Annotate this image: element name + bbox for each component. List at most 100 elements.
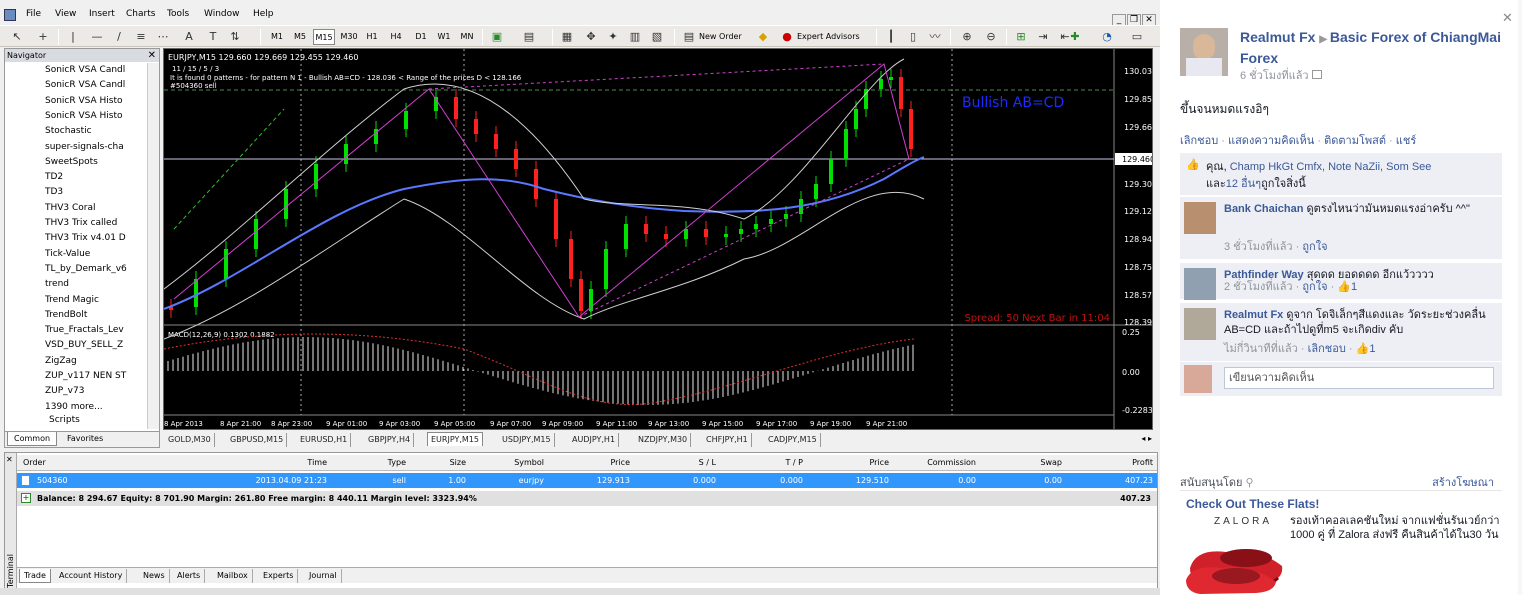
chart-tab[interactable]: GBPJPY,H4: [365, 433, 415, 447]
period-h4[interactable]: H4: [386, 29, 406, 45]
avatar[interactable]: [1184, 202, 1216, 234]
menu-window[interactable]: Window: [204, 9, 240, 19]
column-header[interactable]: Order: [23, 458, 46, 467]
period-m5[interactable]: M5: [290, 29, 310, 45]
chart-tab[interactable]: CHFJPY,H1: [703, 433, 752, 447]
navigator-item[interactable]: fTL_by_Demark_v6: [45, 264, 145, 274]
channel-icon[interactable]: ≡: [134, 30, 148, 44]
ad-title[interactable]: Check Out These Flats!: [1186, 497, 1319, 511]
bar-chart-icon[interactable]: ┃: [884, 30, 898, 44]
tab-scroll-icon[interactable]: ◂ ▸: [1141, 434, 1152, 443]
period-m30[interactable]: M30: [338, 29, 360, 45]
new-order-button[interactable]: New Order: [699, 29, 751, 45]
candle-chart-icon[interactable]: ▯: [906, 30, 920, 44]
terminal-tab[interactable]: Trade: [19, 569, 51, 583]
period-h1[interactable]: H1: [362, 29, 382, 45]
column-header[interactable]: T / P: [786, 458, 804, 467]
navigator-item[interactable]: fTD2: [45, 172, 145, 182]
templates-icon[interactable]: ▭: [1130, 30, 1144, 44]
navigator-item[interactable]: fTrendBolt: [45, 310, 145, 320]
autoscroll-icon[interactable]: ⇥: [1036, 30, 1050, 44]
tab-favorites[interactable]: Favorites: [61, 432, 109, 446]
expert-advisors-icon[interactable]: ●: [780, 30, 794, 44]
terminal-tab[interactable]: Experts: [259, 569, 299, 583]
navigator-scripts[interactable]: Scripts: [49, 415, 149, 425]
comment-input[interactable]: เขียนความคิดเห็น: [1224, 367, 1494, 389]
menu-view[interactable]: View: [55, 9, 76, 19]
navigator-item[interactable]: fTD3: [45, 187, 145, 197]
indicators-icon[interactable]: ✚: [1068, 30, 1082, 44]
text-icon[interactable]: A: [182, 30, 196, 44]
comment-like-link[interactable]: ถูกใจ: [1302, 241, 1327, 253]
navigator-item[interactable]: fSonicR VSA Histo: [45, 96, 145, 106]
order-row[interactable]: 504360 2013.04.09 21:23 sell 1.00 eurjpy 129.…: [17, 473, 1157, 488]
arrows-icon[interactable]: ⇅: [228, 30, 242, 44]
periods-icon[interactable]: ◔: [1100, 30, 1114, 44]
avatar[interactable]: [1180, 28, 1228, 76]
new-order-icon[interactable]: ▤: [682, 30, 696, 44]
menu-file[interactable]: File: [26, 9, 41, 19]
line-chart-icon[interactable]: 〰: [928, 30, 942, 44]
data-window-icon[interactable]: ✥: [584, 30, 598, 44]
label-icon[interactable]: T: [206, 30, 220, 44]
column-header[interactable]: Time: [307, 458, 327, 467]
comment-like-link[interactable]: ถูกใจ: [1302, 281, 1327, 293]
navigator-item[interactable]: fTrue_Fractals_Lev: [45, 325, 145, 335]
zoom-in-icon[interactable]: ⊕: [960, 30, 974, 44]
close-icon[interactable]: ✕: [1502, 10, 1513, 26]
terminal-tab[interactable]: Alerts: [173, 569, 206, 583]
crosshair-icon[interactable]: +: [36, 30, 50, 44]
cursor-icon[interactable]: ↖: [10, 30, 24, 44]
period-d1[interactable]: D1: [411, 29, 431, 45]
chart-tab[interactable]: EURJPY,M15: [427, 432, 483, 446]
expert-advisors-button[interactable]: Expert Advisors: [797, 29, 869, 45]
vertical-line-icon[interactable]: |: [66, 30, 80, 44]
column-header[interactable]: Size: [450, 458, 466, 467]
menu-insert[interactable]: Insert: [89, 9, 115, 19]
terminal-tab[interactable]: Journal: [305, 569, 342, 583]
fibo-icon[interactable]: ⋯: [156, 30, 170, 44]
navigator-item[interactable]: fSonicR VSA Histo: [45, 111, 145, 121]
navigator-item[interactable]: fTHV3 Trix v4.01 D: [45, 233, 145, 243]
navigator-item[interactable]: fSonicR VSA Candl: [45, 80, 145, 90]
chart-tab[interactable]: EURUSD,H1: [297, 433, 352, 447]
chart-tab[interactable]: USDJPY,M15: [499, 433, 555, 447]
navigator-item[interactable]: fTHV3 Trix called: [45, 218, 145, 228]
unlike-link[interactable]: เลิกชอบ: [1180, 135, 1218, 147]
navigator-item[interactable]: fVSD_BUY_SELL_Z: [45, 340, 145, 350]
column-header[interactable]: Price: [610, 458, 630, 467]
column-header[interactable]: Swap: [1040, 458, 1062, 467]
tab-common[interactable]: Common: [7, 432, 58, 446]
navigator-item[interactable]: fTHV3 Coral: [45, 203, 145, 213]
chart-tab[interactable]: GBPUSD,M15: [227, 433, 288, 447]
navigator-icon[interactable]: ✦: [606, 30, 620, 44]
period-m1[interactable]: M1: [267, 29, 287, 45]
metaeditor-icon[interactable]: ◆: [756, 30, 770, 44]
column-header[interactable]: Type: [388, 458, 406, 467]
comment-like-link[interactable]: เลิกชอบ: [1308, 343, 1346, 355]
chart-tab[interactable]: NZDJPY,M30: [635, 433, 692, 447]
navigator-close-icon[interactable]: ✕: [148, 49, 156, 62]
new-chart-icon[interactable]: ▣: [490, 30, 504, 44]
follow-post-link[interactable]: ติดตามโพสต์: [1324, 135, 1386, 147]
terminal-tab[interactable]: News: [139, 569, 170, 583]
navigator-item[interactable]: fSweetSpots: [45, 157, 145, 167]
terminal-tab[interactable]: Mailbox: [213, 569, 253, 583]
chart-window[interactable]: 130.030 129.850 129.665 129.460 129.305 129.1…: [163, 48, 1157, 430]
trendline-icon[interactable]: /: [112, 30, 126, 44]
period-w1[interactable]: W1: [434, 29, 454, 45]
navigator-item[interactable]: fZigZag: [45, 356, 145, 366]
navigator-item[interactable]: fStochastic: [45, 126, 145, 136]
navigator-item[interactable]: fZUP_v117 NEN ST: [45, 371, 145, 381]
tile-windows-icon[interactable]: ⊞: [1014, 30, 1028, 44]
tester-icon[interactable]: ▧: [650, 30, 664, 44]
period-mn[interactable]: MN: [457, 29, 477, 45]
column-header[interactable]: S / L: [699, 458, 716, 467]
navigator-item[interactable]: fsuper-signals-cha: [45, 142, 145, 152]
navigator-item[interactable]: ftrend: [45, 279, 145, 289]
menu-charts[interactable]: Charts: [126, 9, 155, 19]
navigator-item[interactable]: fTrend Magic: [45, 295, 145, 305]
period-m15[interactable]: M15: [313, 29, 335, 45]
column-header[interactable]: Profit: [1132, 458, 1153, 467]
chart-tab[interactable]: CADJPY,M15: [765, 433, 821, 447]
